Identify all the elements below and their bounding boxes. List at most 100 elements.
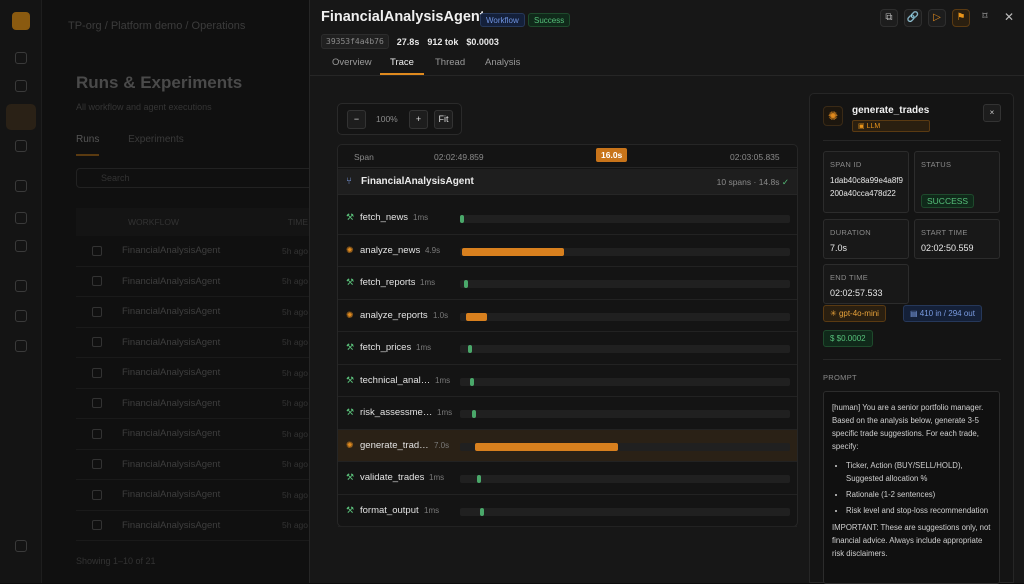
row-checkbox[interactable]: [92, 367, 102, 378]
table-row[interactable]: FinancialAnalysisAgent 5h ago: [76, 297, 316, 328]
tokens-value: 410 in / 294 out: [919, 309, 975, 318]
span-row[interactable]: ⚒ technical_anal… 1ms: [338, 365, 797, 397]
row-checkbox[interactable]: [92, 428, 102, 439]
span-id-value[interactable]: 1dab40c8a99e4a8f9200a40cca478d22: [830, 174, 906, 200]
nav-icon[interactable]: [15, 212, 27, 224]
bookmark-icon[interactable]: ⌑: [976, 9, 994, 27]
table-row[interactable]: FinancialAnalysisAgent 5h ago: [76, 511, 316, 541]
span-name: validate_trades: [360, 472, 425, 483]
page-tabs: Runs Experiments: [76, 134, 210, 156]
row-time: 5h ago: [282, 276, 308, 287]
row-checkbox[interactable]: [92, 337, 102, 348]
row-checkbox[interactable]: [92, 489, 102, 500]
close-icon[interactable]: ✕: [1000, 9, 1018, 27]
span-row[interactable]: ⚒ risk_assessme… 1ms: [338, 397, 797, 430]
home-icon[interactable]: [15, 52, 27, 64]
span-track: [460, 345, 790, 353]
activity-nav-active[interactable]: [6, 104, 36, 130]
table-row[interactable]: FinancialAnalysisAgent 5h ago: [76, 267, 316, 297]
table-row[interactable]: FinancialAnalysisAgent 5h ago: [76, 419, 316, 450]
row-checkbox[interactable]: [92, 245, 102, 256]
close-panel-icon[interactable]: ×: [983, 104, 1001, 122]
link-icon[interactable]: 🔗: [904, 9, 922, 27]
divider: [823, 140, 1001, 141]
span-bar[interactable]: [479, 507, 484, 516]
tab-thread[interactable]: Thread: [435, 57, 465, 68]
span-bar[interactable]: [469, 377, 474, 386]
settings-icon[interactable]: [15, 540, 27, 552]
runs-table: WORKFLOW TIME FinancialAnalysisAgent 5h a…: [76, 208, 316, 541]
prompt-intro: [human] You are a senior portfolio manag…: [832, 403, 984, 451]
span-name: fetch_news: [360, 212, 409, 223]
span-bar[interactable]: [477, 475, 482, 483]
table-row[interactable]: FinancialAnalysisAgent 5h ago: [76, 389, 316, 419]
span-bar[interactable]: [468, 345, 473, 353]
span-name: generate_trad…: [360, 439, 429, 451]
tab-runs[interactable]: Runs: [76, 134, 100, 156]
tab-overview[interactable]: Overview: [332, 57, 372, 68]
nav-icon[interactable]: [15, 310, 27, 322]
span-bar[interactable]: [472, 410, 477, 418]
table-row[interactable]: FinancialAnalysisAgent 5h ago: [76, 450, 316, 480]
span-row[interactable]: ✺ analyze_news 4.9s: [338, 235, 797, 267]
nav-icon[interactable]: [15, 340, 27, 352]
table-row[interactable]: FinancialAnalysisAgent 5h ago: [76, 480, 316, 511]
span-bar[interactable]: [461, 247, 564, 256]
play-icon[interactable]: ▷: [928, 9, 946, 27]
span-bar[interactable]: [460, 215, 464, 223]
row-checkbox[interactable]: [92, 520, 102, 531]
span-bar[interactable]: [465, 312, 488, 321]
zoom-out-button[interactable]: −: [347, 110, 366, 129]
span-bar[interactable]: [463, 280, 468, 288]
span-id-label: SPAN ID: [830, 160, 862, 169]
root-span-row[interactable]: ⑂ FinancialAnalysisAgent 10 spans · 14.8…: [338, 169, 797, 195]
row-checkbox[interactable]: [92, 398, 102, 409]
fit-button[interactable]: Fit: [434, 110, 453, 129]
type-badge: Workflow: [480, 13, 525, 27]
timeline-cursor-marker[interactable]: 16.0s: [596, 148, 628, 162]
tab-experiments[interactable]: Experiments: [128, 134, 184, 145]
tab-analysis[interactable]: Analysis: [485, 57, 520, 68]
span-name: analyze_news: [360, 244, 421, 256]
breadcrumb-project[interactable]: Platform demo: [111, 20, 183, 32]
flag-icon[interactable]: ⚑: [952, 9, 970, 27]
span-duration: 1ms: [416, 343, 432, 352]
span-kind-tag: ▣ LLM: [852, 120, 930, 132]
span-bar[interactable]: [474, 442, 619, 451]
status-card: STATUS SUCCESS: [914, 151, 1000, 213]
breadcrumb-section[interactable]: Operations: [192, 20, 246, 32]
duration-label: DURATION: [830, 228, 872, 237]
span-track: [460, 312, 790, 321]
app-logo[interactable]: [12, 12, 30, 30]
span-row[interactable]: ⚒ fetch_reports 1ms: [338, 267, 797, 300]
tab-trace[interactable]: Trace: [380, 57, 424, 75]
span-row[interactable]: ⚒ format_output 1ms: [338, 495, 797, 527]
search-input[interactable]: Search: [76, 168, 316, 188]
nav-icon[interactable]: [15, 280, 27, 292]
row-checkbox[interactable]: [92, 459, 102, 470]
breadcrumb-org[interactable]: TP-org: [68, 20, 102, 32]
timeline-end-time: 02:03:05.835: [730, 152, 780, 162]
span-row[interactable]: ✺ generate_trad… 7.0s: [338, 429, 797, 462]
nav-icon[interactable]: [15, 180, 27, 192]
span-row[interactable]: ⚒ fetch_news 1ms: [338, 202, 797, 235]
span-row[interactable]: ⚒ validate_trades 1ms: [338, 462, 797, 495]
span-row[interactable]: ✺ analyze_reports 1.0s: [338, 300, 797, 332]
table-row[interactable]: FinancialAnalysisAgent 5h ago: [76, 328, 316, 358]
span-row[interactable]: ⚒ fetch_prices 1ms: [338, 332, 797, 365]
plus-icon[interactable]: [15, 80, 27, 92]
zoom-in-button[interactable]: +: [409, 110, 428, 129]
copy-icon[interactable]: ⧉: [880, 9, 898, 27]
row-checkbox[interactable]: [92, 276, 102, 287]
row-checkbox[interactable]: [92, 306, 102, 317]
nav-icon[interactable]: [15, 240, 27, 252]
run-id[interactable]: 39353f4a4b76: [321, 34, 389, 49]
table-row[interactable]: FinancialAnalysisAgent 5h ago: [76, 358, 316, 389]
table-row[interactable]: FinancialAnalysisAgent 5h ago: [76, 236, 316, 267]
pagination-info: Showing 1–10 of 21: [76, 556, 156, 566]
span-name: fetch_prices: [360, 342, 412, 353]
row-workflow: FinancialAnalysisAgent: [122, 275, 221, 287]
nav-icon[interactable]: [15, 140, 27, 152]
timeline-header: Span 02:02:49.859 16.0s 02:03:05.835: [338, 145, 797, 168]
run-meta: 39353f4a4b76 27.8s 912 tok $0.0003: [321, 34, 499, 49]
